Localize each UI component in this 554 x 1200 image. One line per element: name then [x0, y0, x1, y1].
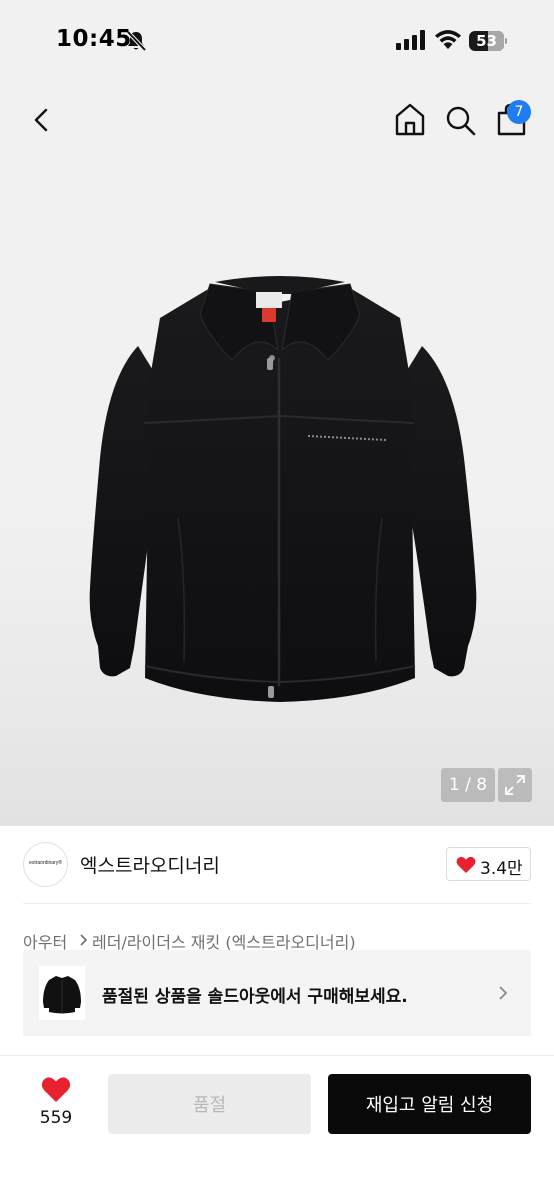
heart-icon[interactable]: [41, 1076, 71, 1103]
battery-icon: 53: [469, 31, 507, 51]
brand-like-button[interactable]: 3.4만: [446, 847, 531, 881]
bell-slash-icon: [126, 30, 147, 52]
brand-logo-text: extraordinary®: [29, 860, 62, 866]
search-icon[interactable]: [442, 100, 480, 140]
signal-icon: [396, 30, 425, 50]
home-icon[interactable]: [391, 100, 429, 140]
status-time: 10:45: [56, 26, 132, 52]
wifi-icon: [435, 30, 461, 49]
divider: [0, 1055, 554, 1056]
product-gallery[interactable]: 10:45 53 7 1 / 8: [0, 0, 554, 826]
wish-count: 559: [39, 1108, 73, 1128]
product-image[interactable]: [60, 258, 500, 728]
soldout-banner-text: 품절된 상품을 솔드아웃에서 구매해보세요.: [102, 987, 408, 1007]
back-chevron-icon[interactable]: [22, 100, 60, 140]
divider: [23, 903, 531, 904]
soldout-button: 품절: [108, 1074, 311, 1134]
battery-level: 53: [476, 32, 497, 50]
brand-logo[interactable]: extraordinary®: [23, 842, 68, 887]
restock-alert-button[interactable]: 재입고 알림 신청: [328, 1074, 531, 1134]
chevron-right-icon: [499, 986, 508, 1000]
image-counter: 1 / 8: [441, 768, 495, 802]
brand-name[interactable]: 엑스트라오디너리: [80, 851, 220, 878]
soldout-banner[interactable]: 품절된 상품을 솔드아웃에서 구매해보세요.: [23, 950, 531, 1036]
soldout-thumbnail: [39, 966, 85, 1020]
cart-count-badge: 7: [507, 100, 531, 124]
heart-icon: [456, 856, 476, 873]
brand-like-count: 3.4만: [480, 859, 523, 879]
expand-arrows-icon[interactable]: [498, 768, 532, 802]
chevron-right-icon: [80, 934, 88, 946]
